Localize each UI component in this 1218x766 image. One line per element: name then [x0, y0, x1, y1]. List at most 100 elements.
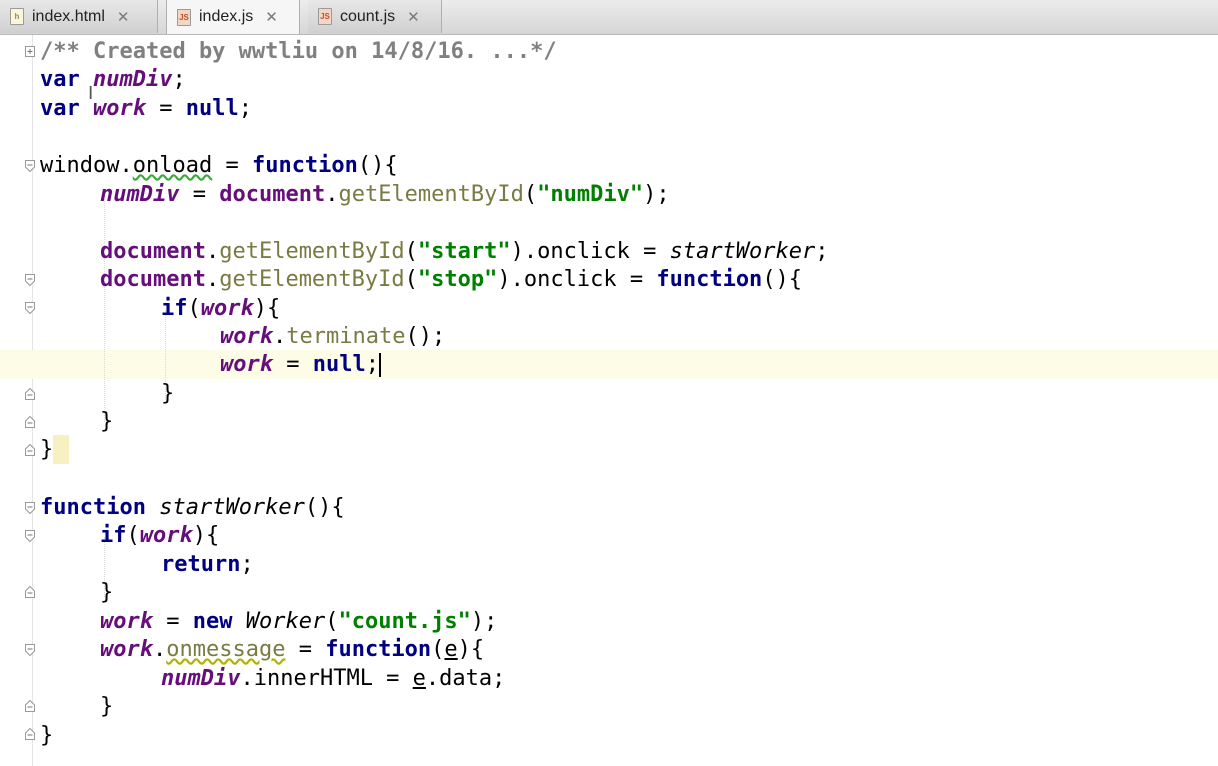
- fold-end-icon[interactable]: [24, 727, 36, 741]
- text-token: }: [161, 381, 175, 406]
- function-name-token: startWorker: [159, 495, 305, 520]
- text-token: .: [325, 182, 339, 207]
- parameter-token: e: [412, 666, 426, 691]
- text-token: ;: [365, 352, 379, 377]
- tab-index-js[interactable]: JS index.js ✕: [166, 0, 300, 34]
- global-token: document: [219, 182, 326, 207]
- keyword-token: return: [161, 552, 241, 577]
- fold-end-icon[interactable]: [24, 585, 36, 599]
- close-icon[interactable]: ✕: [407, 8, 420, 26]
- keyword-token: var: [40, 67, 80, 92]
- fold-expand-icon[interactable]: [24, 45, 36, 59]
- text-token: window.: [40, 153, 133, 178]
- method-token: getElementById: [219, 267, 405, 292]
- keyword-token: var: [40, 96, 80, 121]
- fold-collapse-icon[interactable]: [24, 529, 36, 543]
- js-file-icon: JS: [177, 8, 191, 26]
- text-caret: [378, 353, 381, 377]
- tab-index-html[interactable]: h index.html ✕: [0, 0, 158, 33]
- code-line-2: var numDiv;: [40, 65, 186, 94]
- text-token: .innerHTML =: [240, 666, 413, 691]
- text-token: =: [212, 153, 252, 178]
- fold-collapse-icon[interactable]: [24, 301, 36, 315]
- code-line-21: work = new Worker("count.js");: [100, 607, 497, 636]
- fold-end-icon[interactable]: [24, 443, 36, 457]
- keyword-token: null: [185, 96, 239, 121]
- text-token: .: [152, 637, 167, 662]
- text-token: ;: [240, 552, 254, 577]
- text-token: }: [100, 694, 114, 719]
- text-token: (: [404, 239, 418, 264]
- text-token: ).onclick =: [497, 267, 657, 292]
- text-token: .: [205, 239, 220, 264]
- tab-count-js[interactable]: JS count.js ✕: [308, 0, 442, 33]
- text-token: .: [272, 324, 287, 349]
- keyword-token: null: [312, 352, 366, 377]
- global-token: document: [100, 239, 206, 264]
- text-token: =: [272, 352, 313, 377]
- keyword-token: if: [100, 523, 127, 548]
- keyword-token: function: [325, 637, 432, 662]
- text-token: );: [470, 609, 498, 634]
- text-token: }: [40, 437, 54, 462]
- text-token: ;: [238, 96, 252, 121]
- fold-collapse-icon[interactable]: [24, 159, 36, 173]
- text-token: (){: [357, 153, 398, 178]
- text-token: =: [179, 182, 220, 207]
- text-token: (){: [762, 267, 803, 292]
- code-line-12: work = null;: [220, 350, 381, 379]
- code-line-6: numDiv = document.getElementById("numDiv…: [100, 180, 670, 209]
- fold-end-icon[interactable]: [24, 387, 36, 401]
- code-line-8: document.getElementById("start").onclick…: [100, 237, 829, 266]
- code-line-15: }: [40, 435, 53, 464]
- keyword-token: function: [251, 153, 358, 178]
- fold-collapse-icon[interactable]: [24, 501, 36, 515]
- code-line-24: }: [100, 692, 113, 721]
- text-token: ){: [253, 296, 281, 321]
- variable-token: numDiv: [161, 666, 241, 691]
- variable-token: work: [220, 352, 273, 377]
- keyword-token: function: [656, 267, 763, 292]
- tab-label: index.html: [32, 7, 105, 25]
- text-token: ;: [172, 67, 186, 92]
- fold-collapse-icon[interactable]: [24, 273, 36, 287]
- variable-token: numDiv: [100, 182, 180, 207]
- code-line-17: function startWorker(){: [40, 493, 345, 522]
- variable-token: work: [100, 637, 153, 662]
- property-token: onload: [132, 153, 213, 178]
- code-line-18: if(work){: [100, 521, 219, 550]
- code-editor[interactable]: /** Created by wwtliu on 14/8/16. ...*/ …: [0, 35, 1218, 766]
- text-token: (: [187, 296, 201, 321]
- code-line-25: }: [40, 721, 53, 750]
- text-token: =: [145, 96, 186, 121]
- close-icon[interactable]: ✕: [265, 8, 278, 26]
- text-token: ).onclick =: [510, 239, 670, 264]
- close-icon[interactable]: ✕: [117, 8, 130, 26]
- parameter-token: e: [444, 637, 458, 662]
- string-token: "start": [417, 239, 511, 264]
- text-token: =: [152, 609, 193, 634]
- text-token: }: [100, 409, 114, 434]
- text-token: (){: [304, 495, 345, 520]
- fold-end-icon[interactable]: [24, 415, 36, 429]
- variable-token: numDiv: [93, 67, 173, 92]
- indent-guide: [104, 196, 105, 422]
- text-token: ;: [815, 239, 829, 264]
- caret-line-highlight: [0, 350, 1218, 379]
- code-line-14: }: [100, 407, 113, 436]
- code-line-23: numDiv.innerHTML = e.data;: [161, 664, 505, 693]
- global-token: document: [100, 267, 206, 292]
- fold-end-icon[interactable]: [24, 699, 36, 713]
- code-line-13: }: [161, 379, 174, 408]
- js-file-icon: JS: [318, 8, 332, 25]
- brace-match-highlight: [53, 435, 69, 464]
- fold-collapse-icon[interactable]: [24, 643, 36, 657]
- class-token: Worker: [245, 609, 326, 634]
- method-token: getElementById: [219, 239, 405, 264]
- text-token: (: [126, 523, 140, 548]
- code-line-11: work.terminate();: [220, 322, 445, 351]
- keyword-token: function: [40, 495, 146, 520]
- mouse-ibeam-cursor-icon: I: [88, 83, 94, 104]
